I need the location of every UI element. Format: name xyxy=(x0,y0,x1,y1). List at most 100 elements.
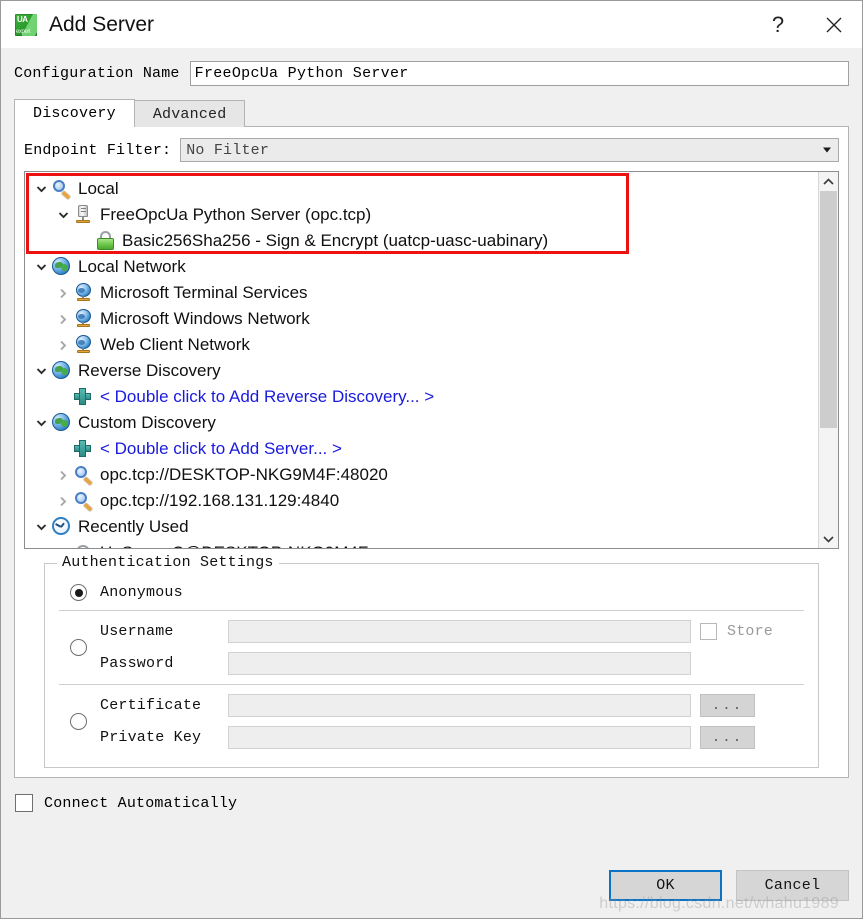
username-option-row[interactable]: Username Store Password xyxy=(59,610,804,684)
tree-item[interactable]: Reverse Discovery xyxy=(25,358,818,384)
tree-item-label: Custom Discovery xyxy=(78,412,216,432)
password-line: Password xyxy=(100,652,804,675)
password-label: Password xyxy=(100,655,174,672)
tree-item[interactable]: < Double click to Add Reverse Discovery.… xyxy=(25,384,818,410)
scrollbar-track[interactable] xyxy=(819,191,838,529)
chevron-down-icon xyxy=(823,147,831,153)
tree-twisty-expanded[interactable] xyxy=(31,263,51,271)
store-checkbox-group[interactable]: Store xyxy=(700,623,804,640)
endpoint-filter-row: Endpoint Filter: No Filter xyxy=(24,138,839,162)
configuration-name-input[interactable] xyxy=(189,61,849,86)
close-button[interactable] xyxy=(806,1,862,48)
tree-item[interactable]: FreeOpcUa Python Server (opc.tcp) xyxy=(25,202,818,228)
certificate-label: Certificate xyxy=(100,697,202,714)
search-icon xyxy=(73,491,95,511)
chevron-right-icon xyxy=(60,340,67,350)
chevron-down-icon xyxy=(823,535,834,543)
anonymous-radio[interactable] xyxy=(70,584,87,601)
tree-twisty-collapsed[interactable] xyxy=(53,496,73,507)
tree-item[interactable]: opc.tcp://DESKTOP-NKG9M4F:48020 xyxy=(25,462,818,488)
tree-item[interactable]: Basic256Sha256 - Sign & Encrypt (uatcp-u… xyxy=(25,228,818,254)
configuration-name-label: Configuration Name xyxy=(14,65,180,82)
chevron-down-icon xyxy=(36,420,46,427)
lock-icon xyxy=(95,231,117,251)
tree-item[interactable]: < Double click to Add Server... > xyxy=(25,436,818,462)
configuration-name-row: Configuration Name xyxy=(14,61,849,86)
username-label: Username xyxy=(100,623,174,640)
clock-icon xyxy=(51,517,73,537)
tree-item[interactable]: Microsoft Terminal Services xyxy=(25,280,818,306)
tree-twisty-collapsed[interactable] xyxy=(53,288,73,299)
chevron-right-icon xyxy=(60,496,67,506)
store-checkbox[interactable] xyxy=(700,623,717,640)
tree-item[interactable]: Microsoft Windows Network xyxy=(25,306,818,332)
scroll-down-button[interactable] xyxy=(819,529,838,548)
anonymous-option-row[interactable]: Anonymous xyxy=(59,580,804,610)
ok-button[interactable]: OK xyxy=(609,870,722,901)
pc-globe-icon xyxy=(73,309,95,329)
authentication-settings-legend: Authentication Settings xyxy=(57,554,279,571)
close-icon xyxy=(826,17,842,32)
tree-item-label: < Double click to Add Server... > xyxy=(100,438,342,458)
title-bar-buttons: ? xyxy=(750,1,862,48)
tree-item[interactable]: Recently Used xyxy=(25,514,818,540)
certificate-option-row[interactable]: Certificate ... Private Key ... xyxy=(59,684,804,753)
tree-twisty-collapsed[interactable] xyxy=(53,470,73,481)
username-radio[interactable] xyxy=(70,639,87,656)
chevron-down-icon xyxy=(36,524,46,531)
scrollbar-thumb[interactable] xyxy=(820,191,837,428)
tree-item-label: UaServerC@DESKTOP-NKG9M4F xyxy=(100,543,368,549)
tree-item-label: Basic256Sha256 - Sign & Encrypt (uatcp-u… xyxy=(122,230,549,250)
private-key-browse-button[interactable]: ... xyxy=(700,726,755,749)
cancel-button[interactable]: Cancel xyxy=(736,870,849,901)
chevron-down-icon xyxy=(36,264,46,271)
tree-item-label: Microsoft Terminal Services xyxy=(100,282,308,302)
discovery-tree[interactable]: Local FreeOpcUa Python Server (opc.tcp) Ba… xyxy=(25,172,818,548)
tab-discovery[interactable]: Discovery xyxy=(14,99,135,127)
authentication-settings-group: Authentication Settings Anonymous Userna… xyxy=(44,554,819,768)
tree-scrollbar[interactable] xyxy=(818,172,838,548)
globe-icon xyxy=(51,361,73,381)
tree-item-label: < Double click to Add Reverse Discovery.… xyxy=(100,386,435,406)
tree-item[interactable]: opc.tcp://192.168.131.129:4840 xyxy=(25,488,818,514)
connect-automatically-row[interactable]: Connect Automatically xyxy=(14,794,849,812)
certificate-browse-button[interactable]: ... xyxy=(700,694,755,717)
tree-item-label: Web Client Network xyxy=(100,334,250,354)
tree-twisty-collapsed[interactable] xyxy=(53,340,73,351)
tab-advanced[interactable]: Advanced xyxy=(133,100,246,127)
tree-twisty-expanded[interactable] xyxy=(53,211,73,219)
help-button[interactable]: ? xyxy=(750,1,806,48)
tree-twisty-expanded[interactable] xyxy=(31,523,51,531)
tree-item[interactable]: Custom Discovery xyxy=(25,410,818,436)
chevron-down-icon xyxy=(36,368,46,375)
tree-item-label: Local Network xyxy=(78,256,186,276)
scroll-up-button[interactable] xyxy=(819,172,838,191)
tree-item[interactable]: UaServerC@DESKTOP-NKG9M4F xyxy=(25,540,818,548)
chevron-down-icon xyxy=(36,186,46,193)
tree-twisty-expanded[interactable] xyxy=(31,419,51,427)
tree-twisty-expanded[interactable] xyxy=(31,185,51,193)
password-input[interactable] xyxy=(228,652,691,675)
private-key-browse-group: ... xyxy=(700,726,804,749)
dialog-content: Configuration Name Discovery Advanced En… xyxy=(1,48,862,918)
store-label: Store xyxy=(727,623,774,640)
tree-twisty-collapsed[interactable] xyxy=(53,314,73,325)
tree-item-label: Reverse Discovery xyxy=(78,360,221,380)
plus-icon xyxy=(73,439,95,459)
endpoint-filter-select[interactable]: No Filter xyxy=(180,138,839,162)
recent-server-icon xyxy=(73,543,95,548)
tree-item[interactable]: Local Network xyxy=(25,254,818,280)
tab-bar: Discovery Advanced xyxy=(14,99,849,127)
anonymous-label: Anonymous xyxy=(100,584,183,601)
connect-automatically-checkbox[interactable] xyxy=(15,794,33,812)
private-key-input[interactable] xyxy=(228,726,691,749)
tree-item[interactable]: Web Client Network xyxy=(25,332,818,358)
tree-item[interactable]: Local xyxy=(25,176,818,202)
certificate-radio[interactable] xyxy=(70,713,87,730)
dialog-footer: Connect Automatically OK Cancel https://… xyxy=(14,778,849,918)
connect-automatically-label: Connect Automatically xyxy=(44,794,238,812)
username-input[interactable] xyxy=(228,620,691,643)
tree-twisty-expanded[interactable] xyxy=(31,367,51,375)
certificate-input[interactable] xyxy=(228,694,691,717)
tree-item-label: Local xyxy=(78,178,119,198)
